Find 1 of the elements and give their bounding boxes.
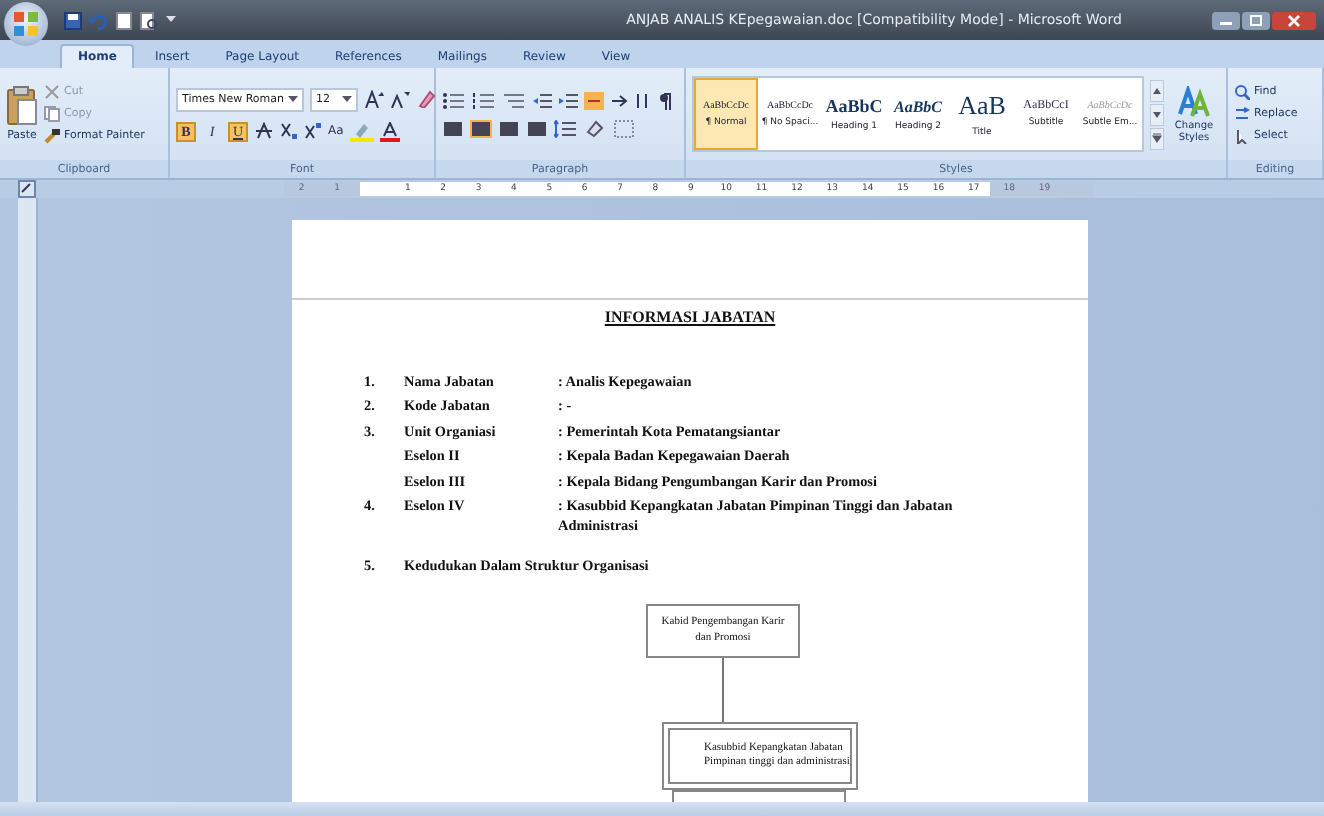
- document-heading: INFORMASI JABATAN: [604, 307, 776, 326]
